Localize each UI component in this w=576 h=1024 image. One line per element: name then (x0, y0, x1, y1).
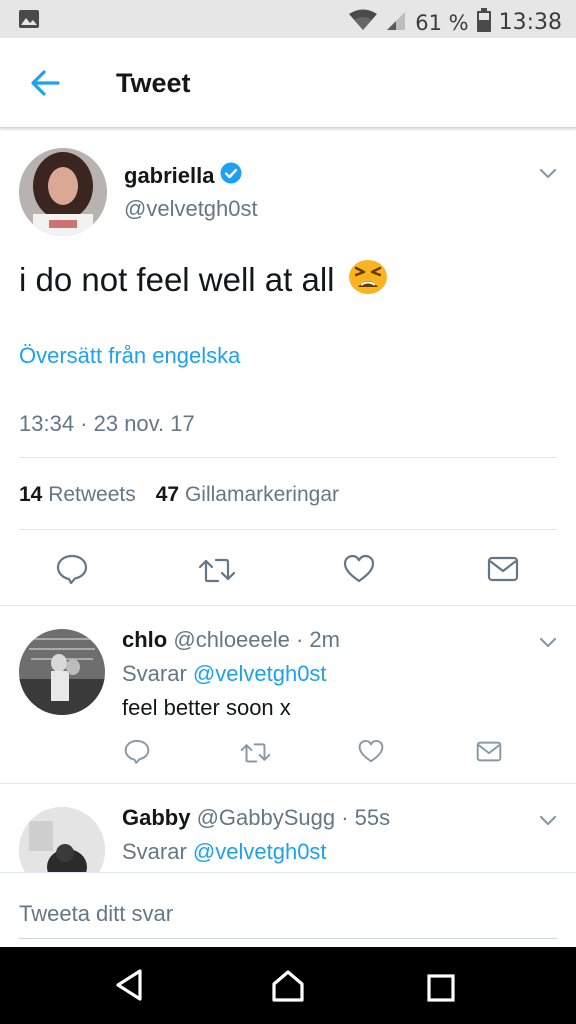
message-envelope-icon[interactable] (476, 741, 502, 767)
reply-handle-time[interactable]: @GabbySugg · 55s (197, 805, 391, 830)
tweet-stats: 14 Retweets 47 Gillamarkeringar (19, 483, 339, 507)
app-header: Tweet (0, 38, 576, 128)
message-envelope-icon[interactable] (487, 556, 519, 587)
home-icon[interactable] (271, 969, 305, 1008)
battery-icon (476, 8, 491, 37)
page-title: Tweet (116, 68, 191, 98)
reply-author-name[interactable]: Gabby (122, 805, 190, 830)
tweet-text: i do not feel well at all (19, 257, 389, 303)
signal-icon (385, 9, 407, 36)
battery-percent: 61 % (415, 10, 469, 35)
reply-tweet[interactable]: chlo @chloeeele · 2m Svarar @velvetgh0st… (0, 607, 576, 784)
mention-link[interactable]: @velvetgh0st (193, 839, 327, 864)
avatar[interactable] (19, 629, 105, 715)
tired-face-emoji-icon (347, 257, 389, 303)
like-heart-icon[interactable] (343, 554, 375, 589)
divider (19, 457, 557, 458)
translate-link[interactable]: Översätt från engelska (19, 343, 240, 369)
replying-to: Svarar @velvetgh0st (122, 661, 327, 686)
reply-header: Gabby @GabbySugg · 55s (122, 805, 390, 831)
avatar[interactable] (19, 148, 107, 236)
clock: 13:38 (498, 10, 562, 35)
chevron-down-icon[interactable] (538, 813, 558, 827)
retweet-icon[interactable] (198, 556, 236, 589)
likes-stat[interactable]: 47 Gillamarkeringar (156, 483, 339, 507)
tweet-actions (0, 554, 576, 587)
reply-icon[interactable] (124, 739, 150, 769)
replying-to: Svarar @velvetgh0st (122, 839, 327, 864)
reply-text: feel better soon x (122, 695, 291, 720)
reply-handle-time[interactable]: @chloeeele · 2m (173, 627, 340, 652)
avatar[interactable] (19, 807, 105, 875)
chevron-down-icon[interactable] (538, 635, 558, 649)
back-arrow-icon[interactable] (26, 66, 66, 100)
author-name-row[interactable]: gabriella (124, 162, 242, 190)
back-triangle-icon[interactable] (113, 967, 145, 1008)
retweets-stat[interactable]: 14 Retweets (19, 483, 136, 507)
retweet-icon[interactable] (240, 741, 271, 769)
chevron-down-icon[interactable] (538, 166, 558, 180)
tweet-body: i do not feel well at all (19, 261, 335, 298)
reply-composer: Tweeta ditt svar (0, 872, 576, 947)
author-handle[interactable]: @velvetgh0st (124, 196, 258, 222)
recent-apps-icon[interactable] (427, 974, 455, 1007)
reply-input[interactable]: Tweeta ditt svar (19, 873, 557, 939)
like-heart-icon[interactable] (358, 739, 384, 769)
verified-badge-icon (220, 162, 242, 190)
divider (19, 529, 557, 530)
reply-header: chlo @chloeeele · 2m (122, 627, 340, 653)
wifi-icon (349, 9, 378, 36)
reply-icon[interactable] (56, 554, 88, 589)
status-bar: 61 % 13:38 (0, 0, 576, 38)
gallery-icon (18, 9, 40, 34)
reply-tweet[interactable]: Gabby @GabbySugg · 55s Svarar @velvetgh0… (0, 785, 576, 875)
reply-author-name[interactable]: chlo (122, 627, 167, 652)
main-tweet: gabriella @velvetgh0st i do not feel wel… (0, 129, 576, 606)
author-name[interactable]: gabriella (124, 163, 214, 189)
system-nav-bar (0, 947, 576, 1024)
mention-link[interactable]: @velvetgh0st (193, 661, 327, 686)
tweet-timestamp: 13:34 · 23 nov. 17 (19, 411, 195, 436)
